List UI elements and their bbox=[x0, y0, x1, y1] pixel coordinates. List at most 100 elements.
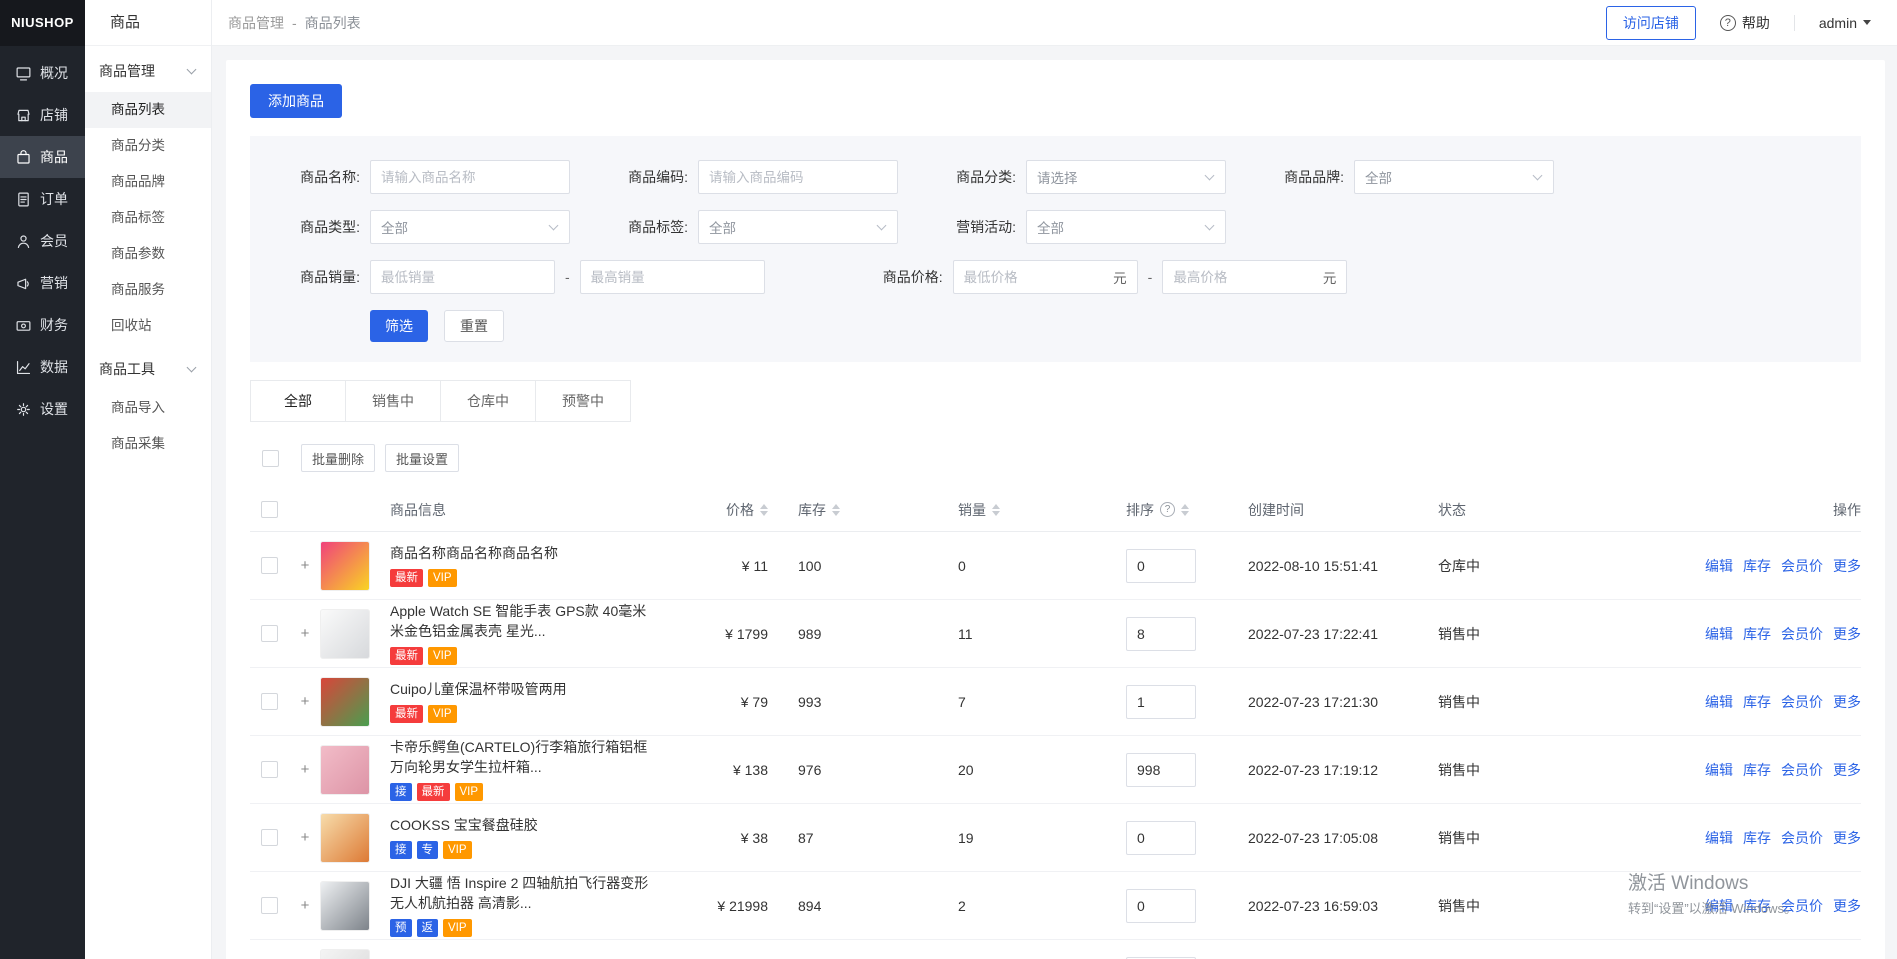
row-action-member-price[interactable]: 会员价 bbox=[1781, 760, 1823, 780]
row-action-more[interactable]: 更多 bbox=[1833, 556, 1861, 576]
product-name[interactable]: COOKSS 宝宝餐盘硅胶 bbox=[390, 816, 538, 836]
sort-carets-icon[interactable] bbox=[760, 504, 768, 516]
sort-input[interactable] bbox=[1126, 889, 1196, 923]
row-action-member-price[interactable]: 会员价 bbox=[1781, 692, 1823, 712]
submenu-group-goods-manage[interactable]: 商品管理 bbox=[85, 50, 211, 92]
rail-item-shop[interactable]: 店铺 bbox=[0, 94, 85, 136]
row-action-stock[interactable]: 库存 bbox=[1743, 692, 1771, 712]
expand-row-button[interactable]: + bbox=[301, 693, 310, 710]
row-action-member-price[interactable]: 会员价 bbox=[1781, 556, 1823, 576]
batch-delete-button[interactable]: 批量删除 bbox=[301, 444, 375, 472]
rail-item-data[interactable]: 数据 bbox=[0, 346, 85, 388]
user-menu[interactable]: admin bbox=[1819, 15, 1871, 31]
product-name[interactable]: DJI 大疆 悟 Inspire 2 四轴航拍飞行器变形无人机航拍器 高清影..… bbox=[390, 874, 652, 913]
price-min-input[interactable] bbox=[964, 270, 1114, 285]
sort-input[interactable] bbox=[1126, 685, 1196, 719]
row-action-more[interactable]: 更多 bbox=[1833, 896, 1861, 916]
rail-item-goods[interactable]: 商品 bbox=[0, 136, 85, 178]
row-action-edit[interactable]: 编辑 bbox=[1705, 692, 1733, 712]
column-header-sort[interactable]: 排序 ? bbox=[1108, 500, 1248, 520]
row-checkbox[interactable] bbox=[261, 557, 278, 574]
row-action-stock[interactable]: 库存 bbox=[1743, 828, 1771, 848]
select-all-checkbox[interactable] bbox=[261, 501, 278, 518]
product-category-select[interactable]: 请选择 bbox=[1026, 160, 1226, 194]
rail-item-overview[interactable]: 概况 bbox=[0, 52, 85, 94]
tab-in-warehouse[interactable]: 仓库中 bbox=[440, 380, 536, 422]
price-max-input[interactable] bbox=[1173, 270, 1323, 285]
row-action-more[interactable]: 更多 bbox=[1833, 828, 1861, 848]
column-header-stock[interactable]: 库存 bbox=[768, 500, 928, 520]
column-header-price[interactable]: 价格 bbox=[668, 500, 768, 520]
row-action-edit[interactable]: 编辑 bbox=[1705, 556, 1733, 576]
visit-shop-button[interactable]: 访问店铺 bbox=[1606, 6, 1696, 40]
product-name[interactable]: 商品名称商品名称商品名称 bbox=[390, 544, 558, 564]
expand-row-button[interactable]: + bbox=[301, 829, 310, 846]
row-action-stock[interactable]: 库存 bbox=[1743, 624, 1771, 644]
marketing-activity-select[interactable]: 全部 bbox=[1026, 210, 1226, 244]
sort-carets-icon[interactable] bbox=[1181, 504, 1189, 516]
row-action-stock[interactable]: 库存 bbox=[1743, 896, 1771, 916]
row-action-member-price[interactable]: 会员价 bbox=[1781, 828, 1823, 848]
sort-input[interactable] bbox=[1126, 821, 1196, 855]
breadcrumb-parent[interactable]: 商品管理 bbox=[228, 13, 284, 33]
batch-settings-button[interactable]: 批量设置 bbox=[385, 444, 459, 472]
submenu-item-recycle-bin[interactable]: 回收站 bbox=[85, 308, 211, 344]
row-action-more[interactable]: 更多 bbox=[1833, 624, 1861, 644]
column-header-sales[interactable]: 销量 bbox=[928, 500, 1108, 520]
expand-row-button[interactable]: + bbox=[301, 761, 310, 778]
rail-item-orders[interactable]: 订单 bbox=[0, 178, 85, 220]
row-checkbox[interactable] bbox=[261, 761, 278, 778]
rail-item-finance[interactable]: 财务 bbox=[0, 304, 85, 346]
submenu-item-goods-tag[interactable]: 商品标签 bbox=[85, 200, 211, 236]
submenu-item-goods-import[interactable]: 商品导入 bbox=[85, 390, 211, 426]
filter-button[interactable]: 筛选 bbox=[370, 310, 428, 342]
row-action-member-price[interactable]: 会员价 bbox=[1781, 896, 1823, 916]
rail-item-members[interactable]: 会员 bbox=[0, 220, 85, 262]
tab-warning[interactable]: 预警中 bbox=[535, 380, 631, 422]
product-type-select[interactable]: 全部 bbox=[370, 210, 570, 244]
row-action-stock[interactable]: 库存 bbox=[1743, 556, 1771, 576]
batch-select-all-checkbox[interactable] bbox=[262, 450, 279, 467]
product-name[interactable]: Apple Watch SE 智能手表 GPS款 40毫米米金色铝金属表壳 星光… bbox=[390, 602, 652, 641]
submenu-group-goods-tools[interactable]: 商品工具 bbox=[85, 348, 211, 390]
sort-help-icon[interactable]: ? bbox=[1160, 502, 1175, 517]
row-action-edit[interactable]: 编辑 bbox=[1705, 760, 1733, 780]
row-action-edit[interactable]: 编辑 bbox=[1705, 896, 1733, 916]
product-name-input[interactable] bbox=[370, 160, 570, 194]
sort-input[interactable] bbox=[1126, 753, 1196, 787]
add-product-button[interactable]: 添加商品 bbox=[250, 84, 342, 118]
submenu-item-goods-brand[interactable]: 商品品牌 bbox=[85, 164, 211, 200]
submenu-item-goods-collect[interactable]: 商品采集 bbox=[85, 426, 211, 462]
sort-input[interactable] bbox=[1126, 549, 1196, 583]
row-action-member-price[interactable]: 会员价 bbox=[1781, 624, 1823, 644]
tab-all[interactable]: 全部 bbox=[250, 380, 346, 422]
expand-row-button[interactable]: + bbox=[301, 897, 310, 914]
product-brand-select[interactable]: 全部 bbox=[1354, 160, 1554, 194]
product-name[interactable]: Cuipo儿童保温杯带吸管两用 bbox=[390, 680, 567, 700]
sort-carets-icon[interactable] bbox=[832, 504, 840, 516]
row-checkbox[interactable] bbox=[261, 897, 278, 914]
row-action-edit[interactable]: 编辑 bbox=[1705, 624, 1733, 644]
sales-max-input[interactable] bbox=[580, 260, 765, 294]
reset-button[interactable]: 重置 bbox=[444, 310, 504, 342]
help-link[interactable]: ? 帮助 bbox=[1720, 13, 1770, 33]
row-checkbox[interactable] bbox=[261, 693, 278, 710]
row-checkbox[interactable] bbox=[261, 625, 278, 642]
row-action-stock[interactable]: 库存 bbox=[1743, 760, 1771, 780]
submenu-item-goods-param[interactable]: 商品参数 bbox=[85, 236, 211, 272]
row-action-more[interactable]: 更多 bbox=[1833, 692, 1861, 712]
expand-row-button[interactable]: + bbox=[301, 557, 310, 574]
tab-on-sale[interactable]: 销售中 bbox=[345, 380, 441, 422]
submenu-item-goods-list[interactable]: 商品列表 bbox=[85, 92, 211, 128]
expand-row-button[interactable]: + bbox=[301, 625, 310, 642]
row-checkbox[interactable] bbox=[261, 829, 278, 846]
row-action-more[interactable]: 更多 bbox=[1833, 760, 1861, 780]
submenu-item-goods-service[interactable]: 商品服务 bbox=[85, 272, 211, 308]
product-tag-select[interactable]: 全部 bbox=[698, 210, 898, 244]
row-action-edit[interactable]: 编辑 bbox=[1705, 828, 1733, 848]
sales-min-input[interactable] bbox=[370, 260, 555, 294]
product-name[interactable]: 卡帝乐鳄鱼(CARTELO)行李箱旅行箱铝框万向轮男女学生拉杆箱... bbox=[390, 738, 652, 777]
submenu-item-goods-category[interactable]: 商品分类 bbox=[85, 128, 211, 164]
product-code-input[interactable] bbox=[698, 160, 898, 194]
rail-item-settings[interactable]: 设置 bbox=[0, 388, 85, 430]
